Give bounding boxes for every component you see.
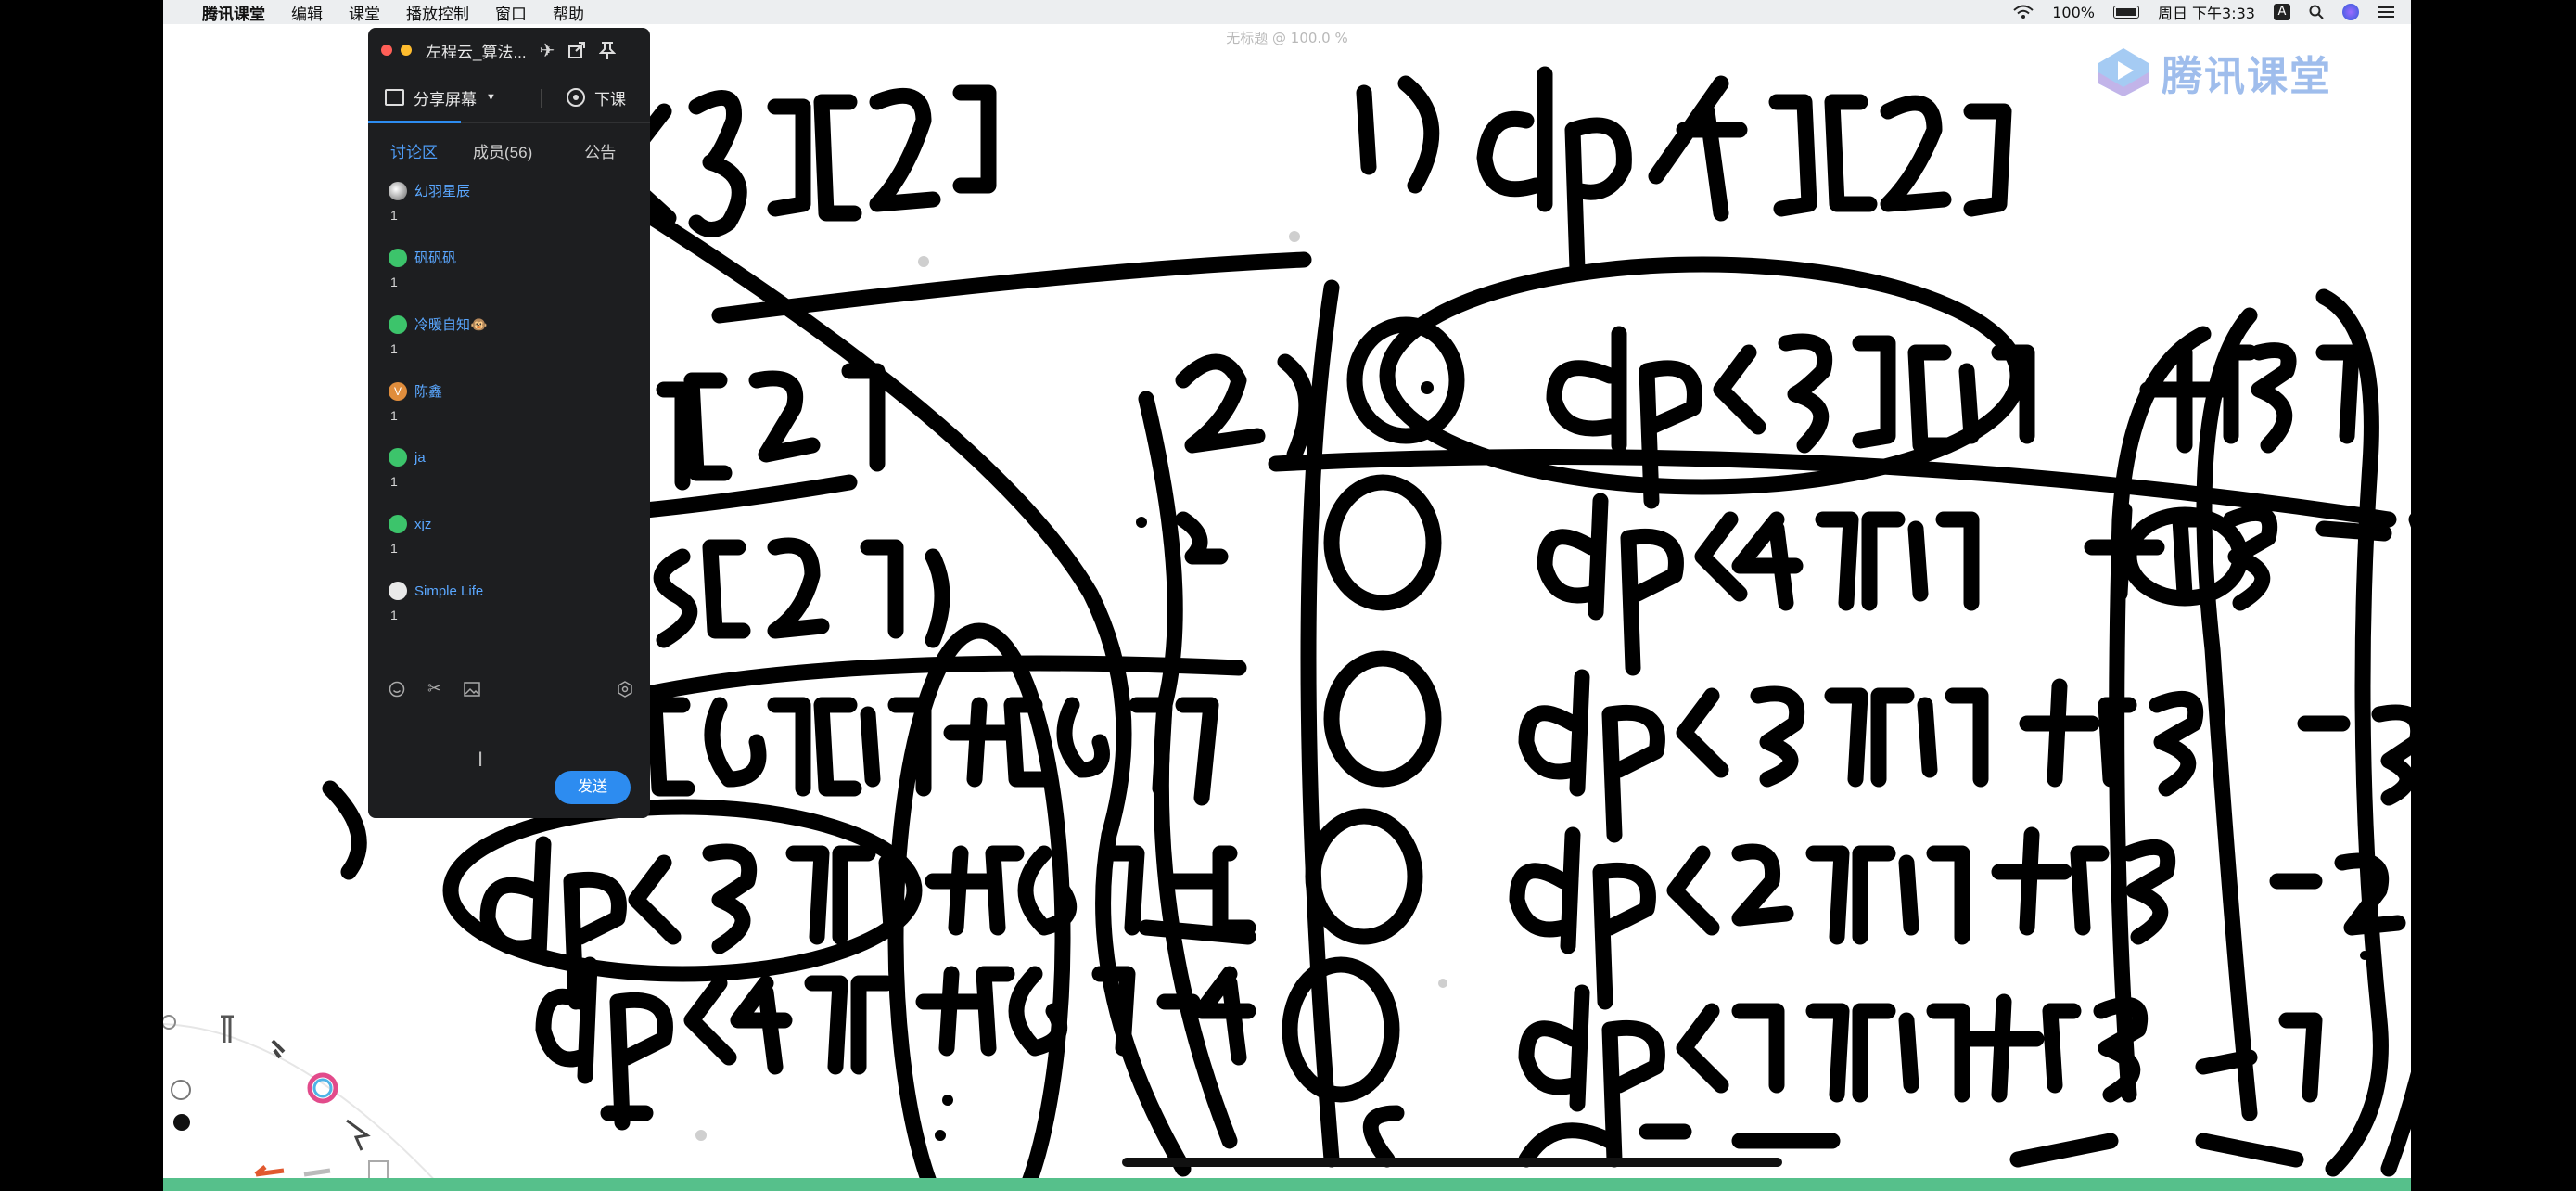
list-item: 矾矾矾 1 [389,244,650,311]
settings-tool-icon[interactable] [163,1015,176,1030]
list-item: 冷暖自知🐵 1 [389,311,650,378]
message-user[interactable]: 幻羽星辰 [414,181,470,200]
list-item: Simple Life 1 [389,578,650,645]
avatar[interactable] [389,181,407,200]
brand-name: 腾讯课堂 [2162,54,2332,99]
toolbar-divider [541,89,542,108]
notification-center-icon[interactable] [2378,6,2394,19]
drawing-tool-palette [163,1015,441,1188]
laser-pointer-icon[interactable] [171,1080,191,1100]
active-tool-indicator [368,121,461,123]
airplane-icon[interactable]: ✈ [540,39,555,62]
siri-icon[interactable] [2342,4,2359,20]
bottom-status-strip [163,1178,2411,1191]
ink-step1 [1356,66,2012,277]
color-picker-icon[interactable] [307,1072,338,1104]
undo-icon[interactable] [254,1165,285,1177]
message-text: 1 [390,608,398,622]
tab-discussion[interactable]: 讨论区 [390,139,438,162]
panel-tabs: 讨论区 成员(56) 公告 [368,123,650,177]
chevron-down-icon: ▼ [486,92,496,103]
pin-icon[interactable] [599,41,617,59]
message-text: 1 [390,341,398,356]
tencent-classroom-logo-icon [2098,48,2149,96]
avatar[interactable] [389,314,407,334]
settings-icon[interactable] [617,680,633,698]
avatar[interactable]: V [389,381,407,401]
avatar[interactable] [389,248,407,267]
end-class-icon [567,88,585,107]
avatar[interactable] [389,515,407,533]
message-text: 1 [390,208,398,223]
share-out-icon[interactable] [567,41,586,59]
battery-icon[interactable] [2112,6,2139,19]
panel-titlebar: 左程云_算法... ✈ [368,28,650,72]
discussion-panel: 左程云_算法... ✈ 分享屏幕 ▼ 下课 讨论区 成员(56) 公告 幻羽星辰… [368,28,650,818]
message-user[interactable]: ja [414,450,426,466]
list-item: ja 1 [389,444,650,511]
list-item: xjz 1 [389,511,650,578]
course-title: 左程云_算法... [426,43,527,61]
image-icon[interactable] [464,681,480,697]
message-user[interactable]: 矾矾矾 [414,248,456,267]
avatar[interactable] [389,582,407,600]
input-method-icon[interactable]: A [2274,4,2290,20]
list-item: 幻羽星辰 1 [389,177,650,244]
menu-edit[interactable]: 编辑 [291,1,323,24]
menu-help[interactable]: 帮助 [553,1,584,24]
status-area: 100% 周日 下午3:33 A [2013,0,2394,24]
text-cursor-icon: I [478,748,484,771]
screen-share-icon [385,89,404,106]
share-screen-button[interactable]: 分享屏幕 ▼ [385,86,496,109]
battery-percent: 100% [2052,3,2095,21]
input-toolbar: ✂ [389,679,633,698]
message-text: 1 [390,408,398,423]
menu-class[interactable]: 课堂 [349,1,380,24]
brand-watermark: 腾讯课堂 [2095,43,2332,102]
close-window-button[interactable] [381,45,392,56]
end-class-button[interactable]: 下课 [567,86,626,109]
message-user[interactable]: xjz [414,517,431,532]
menu-app[interactable]: 腾讯课堂 [202,1,265,24]
menu-window[interactable]: 窗口 [495,1,527,24]
home-indicator [1122,1158,1782,1167]
select-tool-icon[interactable] [346,1119,371,1151]
menu-playback[interactable]: 播放控制 [406,1,469,24]
menu-bar: 腾讯课堂 编辑 课堂 播放控制 窗口 帮助 100% 周日 下午3:33 A [163,0,2411,24]
redo-icon[interactable] [303,1168,331,1177]
clock[interactable]: 周日 下午3:33 [2158,1,2255,23]
list-item: V 陈鑫 1 [389,378,650,444]
panel-toolbar: 分享屏幕 ▼ 下课 [368,72,650,123]
tab-announcement[interactable]: 公告 [584,139,616,162]
message-text: 1 [390,474,398,489]
minimize-window-button[interactable] [401,45,412,56]
wifi-icon[interactable] [2013,5,2034,19]
emoji-icon[interactable] [389,681,405,698]
message-user[interactable]: 陈鑫 [414,381,442,401]
message-user[interactable]: Simple Life [414,583,483,599]
message-text: 1 [390,541,398,556]
scissors-icon[interactable]: ✂ [427,679,441,698]
share-screen-label: 分享屏幕 [414,90,477,109]
tab-members[interactable]: 成员(56) [473,139,532,162]
avatar[interactable] [389,448,407,467]
send-button[interactable]: 发送 [555,771,631,804]
screen: 腾讯课堂 编辑 课堂 播放控制 窗口 帮助 100% 周日 下午3:33 A 无… [163,0,2411,1191]
spotlight-search-icon[interactable] [2309,5,2324,19]
message-text: 1 [390,275,398,289]
pen-tool-icon[interactable] [221,1015,234,1043]
stroke-size-icon[interactable] [173,1114,190,1131]
message-user[interactable]: 冷暖自知🐵 [414,314,488,334]
end-class-label: 下课 [594,90,626,109]
message-list: 幻羽星辰 1 矾矾矾 1 冷暖自知🐵 1 V 陈鑫 1 ja 1 xjz 1 S… [368,177,650,645]
